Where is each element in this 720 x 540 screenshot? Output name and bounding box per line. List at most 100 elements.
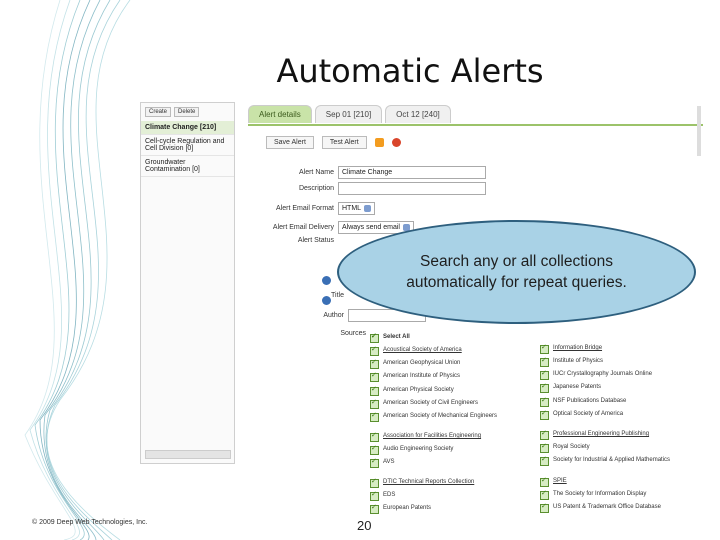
checkbox-icon[interactable] <box>540 409 549 420</box>
source-checkbox-item[interactable]: IUCr Crystallography Journals Online <box>540 369 652 380</box>
info-icon[interactable] <box>322 296 331 305</box>
source-checkbox-item[interactable]: European Patents <box>370 503 432 514</box>
checkbox-icon[interactable] <box>370 457 379 468</box>
email-format-select[interactable]: HTML <box>338 202 376 215</box>
source-label: Acoustical Society of America <box>383 347 462 353</box>
horizontal-scrollbar[interactable] <box>145 450 231 459</box>
delete-button[interactable]: Delete <box>174 107 200 117</box>
source-checkbox-item[interactable]: Information Bridge <box>540 343 603 354</box>
page-number: 20 <box>357 518 372 533</box>
checkbox-icon[interactable] <box>370 444 379 455</box>
source-label: American Society of Mechanical Engineers <box>383 413 498 419</box>
checkbox-icon[interactable] <box>540 429 549 440</box>
source-label: European Patents <box>383 505 432 511</box>
source-checkbox-item[interactable]: Society for Industrial & Applied Mathema… <box>540 455 670 466</box>
collection-item[interactable]: Cell-cycle Regulation and Cell Division … <box>141 135 234 156</box>
description-label: Description <box>298 185 334 192</box>
source-checkbox-item[interactable]: American Institute of Physics <box>370 371 461 382</box>
title-row: Title <box>248 292 348 299</box>
source-checkbox-item[interactable]: Association for Facilities Engineering <box>370 431 482 442</box>
checkbox-icon[interactable] <box>540 382 549 393</box>
source-checkbox-item[interactable]: NSF Publications Database <box>540 396 626 407</box>
checkbox-icon[interactable] <box>370 398 379 409</box>
source-checkbox-item[interactable]: Royal Society <box>540 442 590 453</box>
tab-oct-12[interactable]: Oct 12 [240] <box>385 105 451 123</box>
alert-icon[interactable] <box>391 138 401 147</box>
alert-toolbar: Save Alert Test Alert <box>266 136 401 149</box>
checkbox-icon[interactable] <box>540 489 549 500</box>
sources-row: Sources <box>270 330 370 337</box>
create-button[interactable]: Create <box>145 107 172 117</box>
checkbox-icon[interactable] <box>540 455 549 466</box>
checkbox-icon[interactable] <box>540 356 549 367</box>
source-label: American Institute of Physics <box>383 373 461 379</box>
source-label: EDS <box>383 492 396 498</box>
source-checkbox-item[interactable]: Institute of Physics <box>540 356 603 367</box>
source-checkbox-item[interactable]: American Physical Society <box>370 385 454 396</box>
checkbox-icon[interactable] <box>370 503 379 514</box>
alert-status-row: Alert Status <box>238 237 338 244</box>
source-checkbox-item[interactable]: American Society of Mechanical Engineers <box>370 411 498 422</box>
alert-name-row: Alert Name Climate Change <box>238 166 486 179</box>
select-all-checkbox[interactable]: Select All <box>370 332 410 343</box>
checkbox-icon[interactable] <box>370 490 379 501</box>
checkbox-icon[interactable] <box>370 371 379 382</box>
checkbox-icon[interactable] <box>370 385 379 396</box>
source-checkbox-item[interactable]: DTIC Technical Reports Collection <box>370 477 475 488</box>
source-checkbox-item[interactable]: American Society of Civil Engineers <box>370 398 479 409</box>
source-checkbox-item[interactable]: EDS <box>370 490 396 501</box>
source-label: SPIE <box>553 478 567 484</box>
source-label: American Physical Society <box>383 387 454 393</box>
checkbox-icon[interactable] <box>540 369 549 380</box>
copyright-footer: © 2009 Deep Web Technologies, Inc. <box>32 519 148 526</box>
checkbox-icon[interactable] <box>540 442 549 453</box>
alert-name-input[interactable]: Climate Change <box>338 166 486 179</box>
source-checkbox-item[interactable]: SPIE <box>540 476 567 487</box>
checkbox-icon[interactable] <box>540 476 549 487</box>
checkbox-icon[interactable] <box>370 358 379 369</box>
rss-icon[interactable] <box>374 138 384 147</box>
checkbox-icon[interactable] <box>540 396 549 407</box>
source-label: Association for Facilities Engineering <box>383 433 482 439</box>
source-label: Japanese Patents <box>553 384 602 390</box>
author-label: Author <box>323 312 344 319</box>
checkbox-icon[interactable] <box>540 502 549 513</box>
source-checkbox-item[interactable]: US Patent & Trademark Office Database <box>540 502 661 513</box>
collection-item[interactable]: Climate Change [210] <box>141 121 234 135</box>
source-label: Optical Society of America <box>553 411 624 417</box>
source-label: Professional Engineering Publishing <box>553 431 650 437</box>
source-label: US Patent & Trademark Office Database <box>553 504 661 510</box>
source-checkbox-item[interactable]: AVS <box>370 457 395 468</box>
info-icon[interactable] <box>322 276 331 285</box>
source-checkbox-item[interactable]: Acoustical Society of America <box>370 345 462 356</box>
callout-bubble: Search any or all collections automatica… <box>337 220 696 324</box>
source-checkbox-item[interactable]: American Geophysical Union <box>370 358 460 369</box>
checkbox-icon[interactable] <box>540 343 549 354</box>
alert-name-label: Alert Name <box>298 169 334 176</box>
source-label: DTIC Technical Reports Collection <box>383 479 475 485</box>
tab-sep-01[interactable]: Sep 01 [210] <box>314 105 383 123</box>
collection-item[interactable]: Groundwater Contamination [0] <box>141 156 234 177</box>
source-label: Royal Society <box>553 444 590 450</box>
checkbox-icon[interactable] <box>370 411 379 422</box>
source-checkbox-item[interactable]: Optical Society of America <box>540 409 624 420</box>
vertical-scrollbar[interactable] <box>697 106 701 156</box>
source-checkbox-item[interactable]: Audio Engineering Society <box>370 444 453 455</box>
description-input[interactable] <box>338 182 486 195</box>
source-checkbox-item[interactable]: Professional Engineering Publishing <box>540 429 650 440</box>
source-label: American Society of Civil Engineers <box>383 400 479 406</box>
sources-label: Sources <box>340 330 366 337</box>
alert-status-label: Alert Status <box>297 237 334 244</box>
source-label: Information Bridge <box>553 345 603 351</box>
checkbox-icon[interactable] <box>370 332 379 343</box>
tab-alert-details[interactable]: Alert details <box>248 105 312 123</box>
source-checkbox-item[interactable]: Japanese Patents <box>540 382 602 393</box>
checkbox-icon[interactable] <box>370 345 379 356</box>
checkbox-icon[interactable] <box>370 431 379 442</box>
save-alert-button[interactable]: Save Alert <box>266 136 314 149</box>
test-alert-button[interactable]: Test Alert <box>321 136 367 149</box>
slide-title: Automatic Alerts <box>276 52 544 90</box>
checkbox-icon[interactable] <box>370 477 379 488</box>
source-checkbox-item[interactable]: The Society for Information Display <box>540 489 646 500</box>
source-label: AVS <box>383 459 395 465</box>
